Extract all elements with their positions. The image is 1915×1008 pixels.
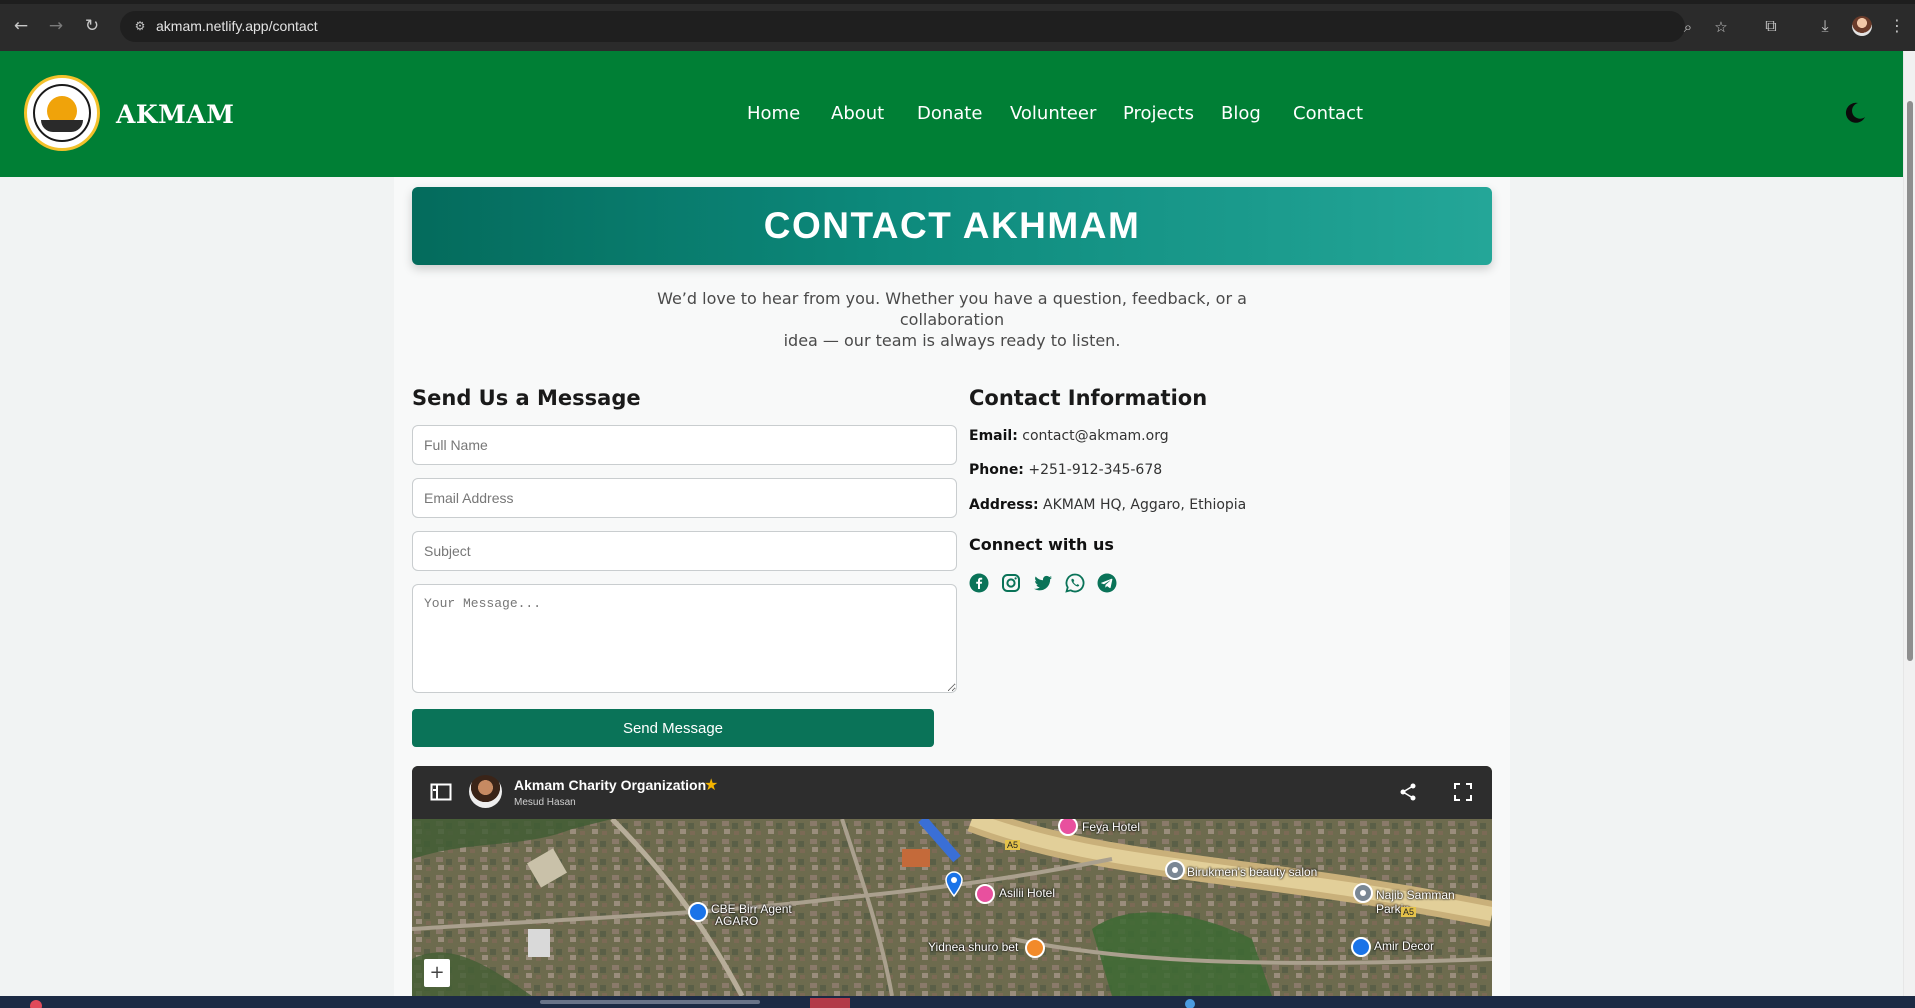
phone-label: Phone: xyxy=(969,462,1024,478)
nav-projects[interactable]: Projects xyxy=(1123,103,1194,124)
road-shield-a5: A5 xyxy=(1005,840,1021,850)
nav-blog[interactable]: Blog xyxy=(1221,103,1261,124)
download-icon[interactable]: ⤓ xyxy=(1815,16,1835,36)
full-name-field[interactable] xyxy=(412,425,957,465)
url-text[interactable]: akmam.netlify.app/contact xyxy=(156,18,318,34)
nav-home[interactable]: Home xyxy=(747,103,800,124)
poi-feya-hotel[interactable]: Feya Hotel xyxy=(1082,820,1140,834)
nav-contact[interactable]: Contact xyxy=(1293,103,1363,124)
taskbar-search[interactable] xyxy=(540,1000,760,1004)
shop-pin-icon[interactable] xyxy=(1350,936,1372,958)
intro-line-1: We’d love to hear from you. Whether you … xyxy=(657,289,1247,329)
zoom-in-button[interactable]: + xyxy=(424,959,450,987)
road-shield-a5: A5 xyxy=(1401,907,1417,917)
hotel-pin-icon[interactable] xyxy=(974,883,996,905)
instagram-icon[interactable] xyxy=(1001,573,1021,593)
moon-icon[interactable] xyxy=(1843,101,1867,125)
brand-name[interactable]: AKMAM xyxy=(116,100,234,129)
intro-text: We’d love to hear from you. Whether you … xyxy=(610,288,1294,351)
place-pin-icon[interactable] xyxy=(1164,860,1186,884)
back-icon[interactable]: ← xyxy=(11,16,31,36)
reload-icon[interactable]: ↻ xyxy=(82,16,102,36)
map-author-avatar[interactable] xyxy=(469,775,502,808)
phone-value: +251-912-345-678 xyxy=(1028,462,1163,478)
nav-about[interactable]: About xyxy=(831,103,884,124)
page-scrollbar[interactable] xyxy=(1903,51,1915,996)
connect-title: Connect with us xyxy=(969,535,1114,554)
send-message-button[interactable]: Send Message xyxy=(412,709,934,747)
message-field[interactable] xyxy=(412,584,957,693)
browser-toolbar: ← → ↻ ⚙ akmam.netlify.app/contact ⌕ ☆ ⧉ … xyxy=(0,0,1915,51)
location-pin-icon[interactable] xyxy=(945,871,963,897)
facebook-icon[interactable] xyxy=(969,573,989,593)
intro-line-2: idea — our team is always ready to liste… xyxy=(783,331,1121,350)
poi-agaro[interactable]: AGARO xyxy=(715,914,758,928)
restaurant-pin-icon[interactable] xyxy=(1024,937,1046,959)
poi-birukmen-salon[interactable]: Birukmen's beauty salon xyxy=(1187,865,1317,879)
twitter-icon[interactable] xyxy=(1033,573,1053,593)
forward-icon[interactable]: → xyxy=(46,16,66,36)
map-embed[interactable]: Feya Hotel Birukmen's beauty salon Najib… xyxy=(412,766,1492,996)
sidebar-toggle-icon[interactable] xyxy=(430,782,452,802)
taskbar-app-icon[interactable] xyxy=(30,1000,42,1008)
email-line: Email: contact@akmam.org xyxy=(969,428,1169,444)
nav-donate[interactable]: Donate xyxy=(917,103,982,124)
star-icon: ★ xyxy=(704,775,719,794)
hotel-pin-icon[interactable] xyxy=(1057,819,1079,837)
contact-banner: CONTACT AKHMAM xyxy=(412,187,1492,265)
fullscreen-icon[interactable] xyxy=(1453,782,1473,802)
logo[interactable] xyxy=(24,75,100,151)
taskbar-app-icon[interactable] xyxy=(1185,999,1195,1008)
phone-line: Phone: +251-912-345-678 xyxy=(969,462,1162,478)
menu-icon[interactable]: ⋮ xyxy=(1887,16,1907,36)
map-author: Mesud Hasan xyxy=(514,797,576,808)
extensions-icon[interactable]: ⧉ xyxy=(1761,16,1781,36)
poi-yidnea-shuro-bet[interactable]: Yidnea shuro bet xyxy=(928,940,1018,954)
taskbar-app-icon[interactable] xyxy=(810,998,850,1008)
address-bar[interactable]: ⚙ akmam.netlify.app/contact ⌕ ☆ xyxy=(120,11,1728,42)
poi-asilii-hotel[interactable]: Asilii Hotel xyxy=(999,886,1055,900)
map-header: Akmam Charity Organization ★ Mesud Hasan xyxy=(412,766,1492,819)
profile-avatar[interactable] xyxy=(1852,16,1872,36)
share-icon[interactable] xyxy=(1398,782,1418,802)
os-taskbar xyxy=(0,996,1915,1008)
email-field[interactable] xyxy=(412,478,957,518)
address-value: AKMAM HQ, Aggaro, Ethiopia xyxy=(1043,497,1247,513)
nav-volunteer[interactable]: Volunteer xyxy=(1010,103,1096,124)
bookmark-star-icon[interactable]: ☆ xyxy=(1711,17,1731,37)
email-label: Email: xyxy=(969,428,1018,444)
telegram-icon[interactable] xyxy=(1097,573,1117,593)
form-title: Send Us a Message xyxy=(412,386,641,410)
page-title: CONTACT AKHMAM xyxy=(763,205,1141,246)
contact-info-title: Contact Information xyxy=(969,386,1208,410)
subject-field[interactable] xyxy=(412,531,957,571)
site-header: AKMAM Home About Donate Volunteer Projec… xyxy=(0,51,1903,177)
poi-najib-parking[interactable]: Najib Samman Parkin xyxy=(1376,888,1492,916)
tab-strip xyxy=(0,0,1915,4)
logo-hands xyxy=(41,120,83,132)
email-value: contact@akmam.org xyxy=(1022,428,1169,444)
address-line: Address: AKMAM HQ, Aggaro, Ethiopia xyxy=(969,497,1246,513)
poi-amir-decor[interactable]: Amir Decor xyxy=(1374,939,1434,953)
address-label: Address: xyxy=(969,497,1039,513)
parking-pin-icon[interactable] xyxy=(1352,883,1374,907)
zoom-icon[interactable]: ⌕ xyxy=(1678,17,1698,37)
whatsapp-icon[interactable] xyxy=(1065,573,1085,593)
satellite-imagery xyxy=(412,806,1492,996)
site-info-icon[interactable]: ⚙ xyxy=(132,18,148,34)
scrollbar-thumb[interactable] xyxy=(1907,101,1913,661)
bank-pin-icon[interactable] xyxy=(687,901,709,923)
map-title[interactable]: Akmam Charity Organization xyxy=(514,777,706,793)
map-satellite-view[interactable]: Feya Hotel Birukmen's beauty salon Najib… xyxy=(412,806,1492,996)
